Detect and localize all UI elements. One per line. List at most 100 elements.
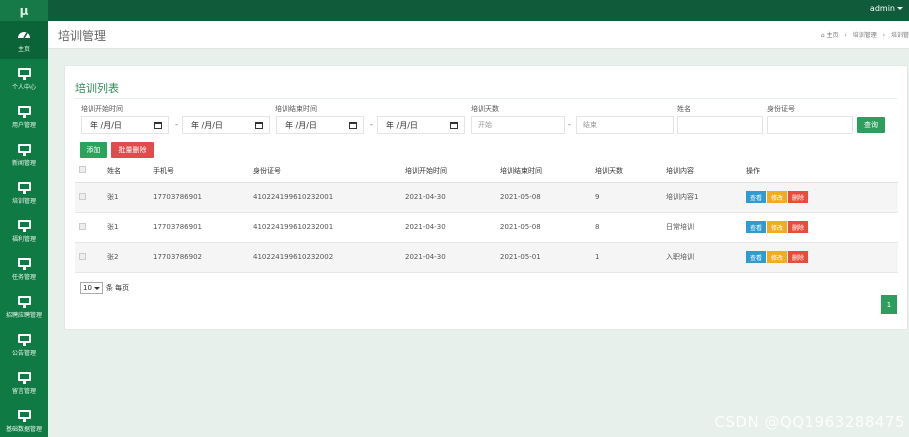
- user-menu[interactable]: admin: [870, 4, 903, 13]
- page-size-value: 10: [83, 284, 92, 292]
- date-placeholder: 年 /月/日: [191, 120, 223, 130]
- page-size-select[interactable]: 10: [80, 282, 103, 294]
- cell-name: 张2: [103, 242, 149, 273]
- col-header-start: 培训开始时间: [401, 160, 496, 183]
- row-select-cell: [75, 182, 103, 213]
- sidebar-item-news[interactable]: 新闻管理: [0, 135, 48, 173]
- breadcrumb-home[interactable]: 主页: [826, 32, 838, 39]
- calendar-icon[interactable]: [450, 122, 458, 129]
- table-header-row: 姓名 手机号 身份证号 培训开始时间 培训结束时间 培训天数 培训内容 操作: [75, 160, 898, 183]
- page-size-control: 10 条 每页: [80, 282, 129, 294]
- row-checkbox[interactable]: [79, 252, 86, 260]
- top-bar: μ admin: [0, 0, 909, 21]
- sidebar-item-training[interactable]: 培训管理: [0, 173, 48, 211]
- start-date-from-input[interactable]: 年 /月/日: [81, 116, 169, 134]
- delete-button[interactable]: 删除: [788, 251, 809, 263]
- edit-button[interactable]: 修改: [767, 221, 788, 233]
- cell-end: 2021-05-08: [496, 212, 591, 243]
- monitor-icon: [17, 217, 31, 232]
- cell-actions: 查看 修改 删除: [742, 182, 898, 213]
- calendar-icon[interactable]: [349, 122, 357, 129]
- end-date-from-input[interactable]: 年 /月/日: [276, 116, 364, 134]
- id-number-input[interactable]: [767, 116, 853, 134]
- days-to-input[interactable]: 结束: [576, 116, 674, 134]
- sidebar-item-messages[interactable]: 留言管理: [0, 363, 48, 401]
- calendar-icon[interactable]: [154, 122, 162, 129]
- app-logo[interactable]: μ: [0, 0, 48, 21]
- row-checkbox[interactable]: [79, 222, 86, 230]
- view-button[interactable]: 查看: [746, 251, 767, 263]
- dashboard-icon: [17, 27, 31, 41]
- monitor-icon: [17, 407, 31, 422]
- breadcrumb: ⌂ 主页 › 培训管理 › 培训管: [821, 30, 909, 39]
- delete-button[interactable]: 删除: [788, 221, 809, 233]
- sidebar-item-base-data[interactable]: 基础数据管理: [0, 401, 48, 437]
- sidebar-item-label: 公告管理: [11, 350, 36, 357]
- watermark: CSDN @QQ1963288475: [714, 413, 905, 431]
- name-input[interactable]: [677, 116, 763, 134]
- cell-content: 入职培训: [662, 242, 742, 273]
- cell-end: 2021-05-08: [496, 182, 591, 213]
- sidebar-item-home[interactable]: 主页: [0, 21, 48, 59]
- breadcrumb-training[interactable]: 培训管理: [853, 32, 877, 39]
- sidebar-item-users[interactable]: 用户管理: [0, 97, 48, 135]
- days-from-input[interactable]: 开始: [471, 116, 565, 134]
- page-button-current[interactable]: 1: [881, 295, 897, 314]
- cell-name: 张1: [103, 182, 149, 213]
- monitor-icon: [17, 141, 31, 156]
- monitor-icon: [17, 65, 31, 80]
- filter-label-end: 培训结束时间: [275, 105, 317, 113]
- row-checkbox[interactable]: [79, 192, 86, 200]
- sidebar-item-label: 主页: [17, 46, 30, 53]
- range-separator: -: [370, 120, 373, 129]
- select-all-checkbox[interactable]: [79, 166, 86, 174]
- cell-start: 2021-04-30: [401, 242, 496, 273]
- calendar-icon[interactable]: [255, 122, 263, 129]
- filter-label-id: 身份证号: [767, 105, 795, 113]
- cell-phone: 17703786901: [149, 182, 249, 213]
- end-date-to-input[interactable]: 年 /月/日: [377, 116, 465, 134]
- sidebar-item-welfare[interactable]: 福利管理: [0, 211, 48, 249]
- cell-name: 张1: [103, 212, 149, 243]
- username: admin: [869, 4, 895, 13]
- chevron-right-icon: ›: [844, 32, 847, 39]
- batch-delete-button[interactable]: 批量删除: [111, 142, 154, 158]
- sidebar-item-profile[interactable]: 个人中心: [0, 59, 48, 97]
- date-placeholder: 年 /月/日: [90, 120, 122, 130]
- row-select-cell: [75, 212, 103, 243]
- cell-id: 410224199610232001: [249, 182, 401, 213]
- view-button[interactable]: 查看: [746, 221, 767, 233]
- col-header-content: 培训内容: [662, 160, 742, 183]
- edit-button[interactable]: 修改: [767, 251, 788, 263]
- col-header-end: 培训结束时间: [496, 160, 591, 183]
- page-title: 培训管理: [58, 29, 107, 43]
- sidebar-item-label: 留言管理: [11, 388, 36, 395]
- sidebar: 主页 个人中心 用户管理 新闻管理 培训管理 福利管理 任务管理 招聘应聘管理 …: [0, 21, 48, 437]
- query-button[interactable]: 查询: [857, 117, 885, 133]
- per-page-label: 条 每页: [105, 284, 130, 292]
- sidebar-item-label: 个人中心: [11, 84, 36, 91]
- sidebar-item-label: 福利管理: [11, 236, 36, 243]
- table-row: 张1 17703786901 410224199610232001 2021-0…: [75, 212, 898, 243]
- card-title: 培训列表: [75, 82, 119, 95]
- add-button[interactable]: 添加: [80, 142, 107, 158]
- training-list-card: 培训列表 培训开始时间 培训结束时间 培训天数 姓名 身份证号 年 /月/日 -…: [64, 65, 908, 330]
- cell-end: 2021-05-01: [496, 242, 591, 273]
- sidebar-item-recruitment[interactable]: 招聘应聘管理: [0, 287, 48, 325]
- cell-actions: 查看 修改 删除: [742, 242, 898, 273]
- table-row: 张2 17703786902 410224199610232002 2021-0…: [75, 242, 898, 273]
- sidebar-item-label: 培训管理: [11, 198, 36, 205]
- cell-days: 1: [591, 242, 662, 273]
- edit-button[interactable]: 修改: [767, 191, 788, 203]
- start-date-to-input[interactable]: 年 /月/日: [182, 116, 270, 134]
- sidebar-item-announcements[interactable]: 公告管理: [0, 325, 48, 363]
- filter-label-days: 培训天数: [471, 105, 499, 113]
- cell-actions: 查看 修改 删除: [742, 212, 898, 243]
- select-all-cell: [75, 160, 103, 183]
- col-header-phone: 手机号: [149, 160, 249, 183]
- delete-button[interactable]: 删除: [788, 191, 809, 203]
- sidebar-item-tasks[interactable]: 任务管理: [0, 249, 48, 287]
- view-button[interactable]: 查看: [746, 191, 767, 203]
- cell-phone: 17703786902: [149, 242, 249, 273]
- sidebar-item-label: 招聘应聘管理: [5, 312, 42, 319]
